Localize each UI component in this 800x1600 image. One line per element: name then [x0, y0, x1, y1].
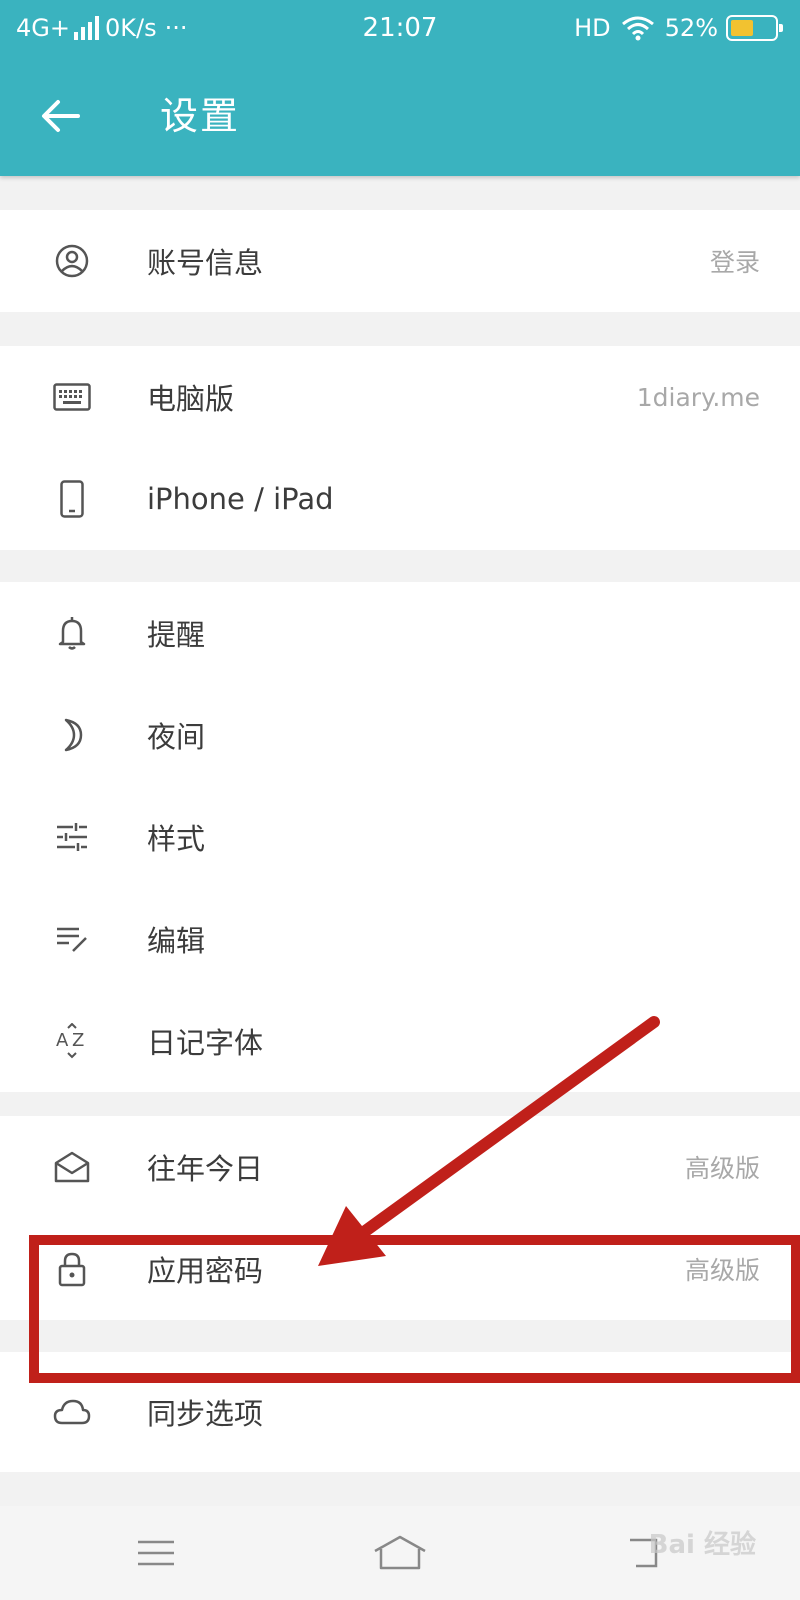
keyboard-icon: [50, 375, 94, 419]
sync-section: 同步选项: [0, 1352, 800, 1472]
page-title: 设置: [160, 94, 241, 138]
settings-item-edit[interactable]: 编辑: [0, 888, 800, 990]
svg-text:A: A: [56, 1030, 69, 1051]
settings-item-label: 提醒: [147, 618, 206, 652]
settings-item-night[interactable]: 夜间: [0, 684, 800, 786]
lock-icon: [50, 1247, 94, 1291]
status-bar: 4G+ 0K/s ··· 21:07 HD 52%: [0, 0, 800, 56]
settings-item-label: 同步选项: [147, 1397, 264, 1431]
settings-item-label: 日记字体: [147, 1026, 264, 1060]
settings-item-iphone[interactable]: iPhone / iPad: [0, 448, 800, 550]
home-icon: [374, 1535, 426, 1570]
settings-item-label: 应用密码: [147, 1254, 264, 1288]
settings-item-font[interactable]: AZ 日记字体: [0, 990, 800, 1092]
settings-item-app-password[interactable]: 应用密码 高级版: [0, 1218, 800, 1320]
platform-section: 电脑版 1diary.me iPhone / iPad: [0, 346, 800, 550]
svg-text:Z: Z: [72, 1030, 84, 1051]
cloud-icon: [50, 1390, 94, 1434]
arrow-left-icon: [42, 100, 80, 132]
settings-item-label: 编辑: [147, 924, 206, 958]
settings-item-sync[interactable]: 同步选项: [0, 1352, 800, 1472]
settings-item-label: 账号信息: [147, 246, 264, 280]
battery-icon: [726, 15, 783, 41]
account-section: 账号信息 登录: [0, 210, 800, 312]
settings-item-label: iPhone / iPad: [147, 482, 334, 516]
settings-item-desktop[interactable]: 电脑版 1diary.me: [0, 346, 800, 448]
watermark: Bai 经验: [648, 1530, 756, 1560]
settings-item-reminder[interactable]: 提醒: [0, 582, 800, 684]
premium-badge: 高级版: [684, 1154, 760, 1183]
settings-item-label: 电脑版: [147, 382, 235, 416]
menu-button[interactable]: [126, 1528, 186, 1578]
premium-section: 往年今日 高级版 应用密码 高级版: [0, 1116, 800, 1320]
bell-icon: [50, 611, 94, 655]
settings-item-label: 样式: [147, 822, 206, 856]
home-button[interactable]: [370, 1528, 430, 1578]
edit-list-icon: [50, 917, 94, 961]
account-circle-icon: [50, 239, 94, 283]
font-az-icon: AZ: [50, 1019, 94, 1063]
battery-percent: 52%: [664, 14, 718, 42]
settings-item-label: 夜间: [147, 720, 206, 754]
premium-badge: 高级版: [684, 1256, 760, 1285]
sliders-icon: [50, 815, 94, 859]
settings-item-account[interactable]: 账号信息 登录: [0, 210, 800, 312]
hd-indicator: HD: [574, 14, 611, 42]
app-header: 4G+ 0K/s ··· 21:07 HD 52% 设置: [0, 0, 800, 176]
settings-item-label: 往年今日: [147, 1152, 264, 1186]
settings-item-on-this-day[interactable]: 往年今日 高级版: [0, 1116, 800, 1218]
settings-item-value: 1diary.me: [636, 382, 760, 412]
mail-open-icon: [50, 1145, 94, 1189]
login-link[interactable]: 登录: [710, 243, 760, 279]
phone-icon: [50, 477, 94, 521]
settings-item-style[interactable]: 样式: [0, 786, 800, 888]
wifi-icon: [621, 16, 654, 41]
moon-icon: [50, 713, 94, 757]
menu-icon: [138, 1540, 174, 1566]
preferences-section: 提醒 夜间 样式 编辑 AZ 日记字体: [0, 582, 800, 1092]
toolbar: 设置: [0, 56, 800, 176]
status-right: HD 52%: [574, 12, 783, 44]
back-button[interactable]: [30, 86, 90, 146]
